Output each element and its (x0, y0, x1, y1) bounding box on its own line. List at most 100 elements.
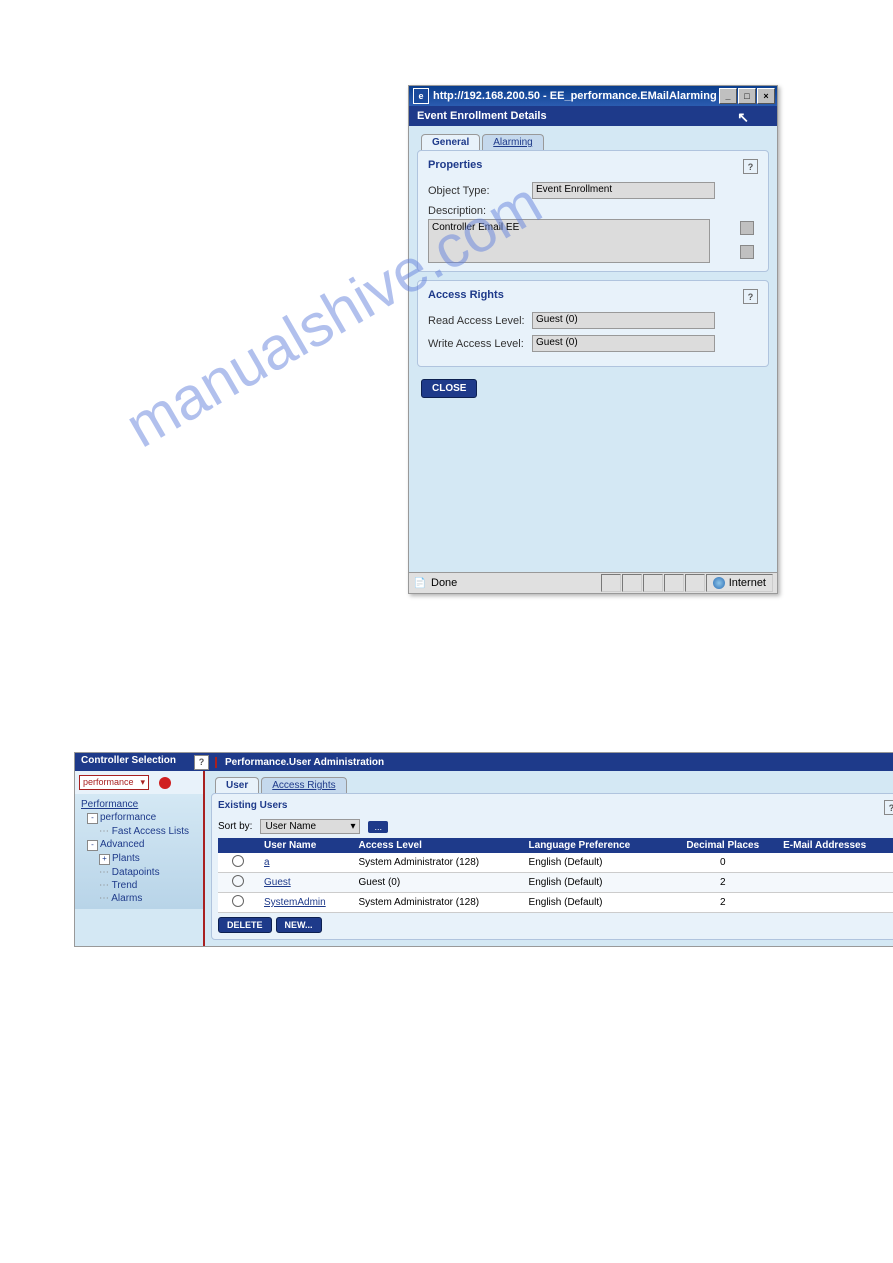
status-done-text: Done (431, 577, 457, 589)
tree-item[interactable]: ⋯ Datapoints (77, 866, 201, 879)
col-lang: Language Preference (523, 838, 669, 853)
tree-item-label: Alarms (111, 893, 142, 904)
tab-alarming[interactable]: Alarming (482, 134, 543, 150)
sort-by-select[interactable]: User Name ▾ (260, 819, 360, 834)
status-panel (601, 574, 621, 592)
controller-selection-title: Controller Selection (81, 755, 176, 770)
table-row: a System Administrator (128)English (Defa… (218, 853, 893, 873)
minimize-button[interactable]: _ (719, 88, 737, 104)
sort-by-label: Sort by: (218, 821, 252, 832)
tree-item[interactable]: ⋯ Alarms (77, 892, 201, 905)
tree-item-label: Trend (112, 880, 138, 891)
tree-item-label: Plants (112, 853, 140, 864)
cursor-icon: ↖ (737, 109, 749, 126)
dialog-header: Event Enrollment Details ↖ (409, 106, 777, 126)
scroll-up-icon[interactable] (740, 221, 754, 235)
existing-users-title: Existing Users (218, 800, 287, 815)
users-table: User Name Access Level Language Preferen… (218, 838, 893, 913)
status-panel (664, 574, 684, 592)
tree-item-label: performance (100, 812, 156, 823)
tab-user[interactable]: User (215, 777, 259, 793)
ie-icon: e (413, 88, 429, 104)
tree-item[interactable]: +Plants (77, 852, 201, 866)
tree-item-label: Advanced (100, 839, 144, 850)
close-window-button[interactable]: × (757, 88, 775, 104)
cell-access: System Administrator (128) (352, 893, 522, 913)
new-button[interactable]: NEW... (276, 917, 322, 933)
status-panel (643, 574, 663, 592)
close-button[interactable]: CLOSE (421, 379, 477, 398)
tree-item-label: Fast Access Lists (112, 826, 189, 837)
user-link[interactable]: Guest (264, 877, 291, 888)
titlebar: e http://192.168.200.50 - EE_performance… (409, 86, 777, 106)
status-zone-text: Internet (729, 577, 766, 589)
cell-email (777, 853, 893, 873)
event-enrollment-dialog: e http://192.168.200.50 - EE_performance… (408, 85, 778, 594)
description-field[interactable]: Controller Email EE (428, 219, 710, 263)
status-panel (685, 574, 705, 592)
status-panel (622, 574, 642, 592)
cell-decimal: 0 (668, 853, 777, 873)
user-link[interactable]: SystemAdmin (264, 897, 326, 908)
user-link[interactable]: a (264, 857, 270, 868)
read-access-field: Guest (0) (532, 312, 715, 329)
cell-lang: English (Default) (523, 853, 669, 873)
cell-email (777, 873, 893, 893)
tree-toggle-icon[interactable]: - (87, 840, 98, 851)
col-decimal: Decimal Places (668, 838, 777, 853)
delete-button[interactable]: DELETE (218, 917, 272, 933)
scroll-down-icon[interactable] (740, 245, 754, 259)
tree-item[interactable]: ⋯ Trend (77, 879, 201, 892)
cell-access: System Administrator (128) (352, 853, 522, 873)
tree-item[interactable]: -performance (77, 811, 201, 825)
tab-general[interactable]: General (421, 134, 480, 150)
table-row: GuestGuest (0)English (Default)2 (218, 873, 893, 893)
object-type-label: Object Type: (428, 185, 532, 197)
sort-by-value: User Name (265, 821, 316, 832)
help-icon[interactable]: ? (743, 159, 758, 174)
table-row: SystemAdmin System Administrator (128)Eng… (218, 893, 893, 913)
cell-decimal: 2 (668, 873, 777, 893)
read-access-label: Read Access Level: (428, 315, 532, 327)
col-username: User Name (258, 838, 352, 853)
statusbar: 📄 Done Internet (409, 572, 777, 593)
admin-title: Performance.User Administration (215, 757, 893, 768)
tab-access-rights[interactable]: Access Rights (261, 777, 346, 793)
help-icon[interactable]: ? (743, 289, 758, 304)
internet-zone-icon (713, 577, 725, 589)
sidebar: performance ▾ Performance -performance⋯ … (75, 771, 205, 946)
write-access-field: Guest (0) (532, 335, 715, 352)
dialog-title: Event Enrollment Details (417, 110, 547, 122)
controller-dropdown-value: performance (83, 777, 134, 788)
write-access-label: Write Access Level: (428, 338, 532, 350)
controller-dropdown[interactable]: performance ▾ (79, 775, 149, 790)
tree: Performance -performance⋯ Fast Access Li… (75, 794, 203, 909)
row-radio[interactable] (232, 855, 244, 867)
help-icon[interactable]: ? (884, 800, 893, 815)
tree-toggle-icon[interactable]: + (99, 854, 110, 865)
tree-item[interactable]: ⋯ Fast Access Lists (77, 825, 201, 838)
sort-go-button[interactable]: ... (368, 821, 388, 833)
tree-item-label: Datapoints (112, 867, 160, 878)
col-access: Access Level (352, 838, 522, 853)
row-radio[interactable] (232, 875, 244, 887)
help-icon[interactable]: ? (194, 755, 209, 770)
titlebar-text: http://192.168.200.50 - EE_performance.E… (433, 90, 719, 102)
cell-email (777, 893, 893, 913)
maximize-button[interactable]: □ (738, 88, 756, 104)
cell-lang: English (Default) (523, 893, 669, 913)
tree-toggle-icon[interactable]: - (87, 813, 98, 824)
col-email: E-Mail Addresses (777, 838, 893, 853)
cell-decimal: 2 (668, 893, 777, 913)
cell-lang: English (Default) (523, 873, 669, 893)
done-icon: 📄 (413, 576, 427, 590)
user-admin-window: Controller Selection ? Performance.User … (74, 752, 893, 947)
tree-root[interactable]: Performance (77, 798, 201, 811)
status-indicator-icon (159, 777, 171, 789)
row-radio[interactable] (232, 895, 244, 907)
description-label: Description: (428, 205, 532, 217)
tree-item[interactable]: -Advanced (77, 838, 201, 852)
properties-title: Properties (428, 159, 482, 174)
object-type-field: Event Enrollment (532, 182, 715, 199)
chevron-down-icon: ▾ (140, 777, 145, 788)
